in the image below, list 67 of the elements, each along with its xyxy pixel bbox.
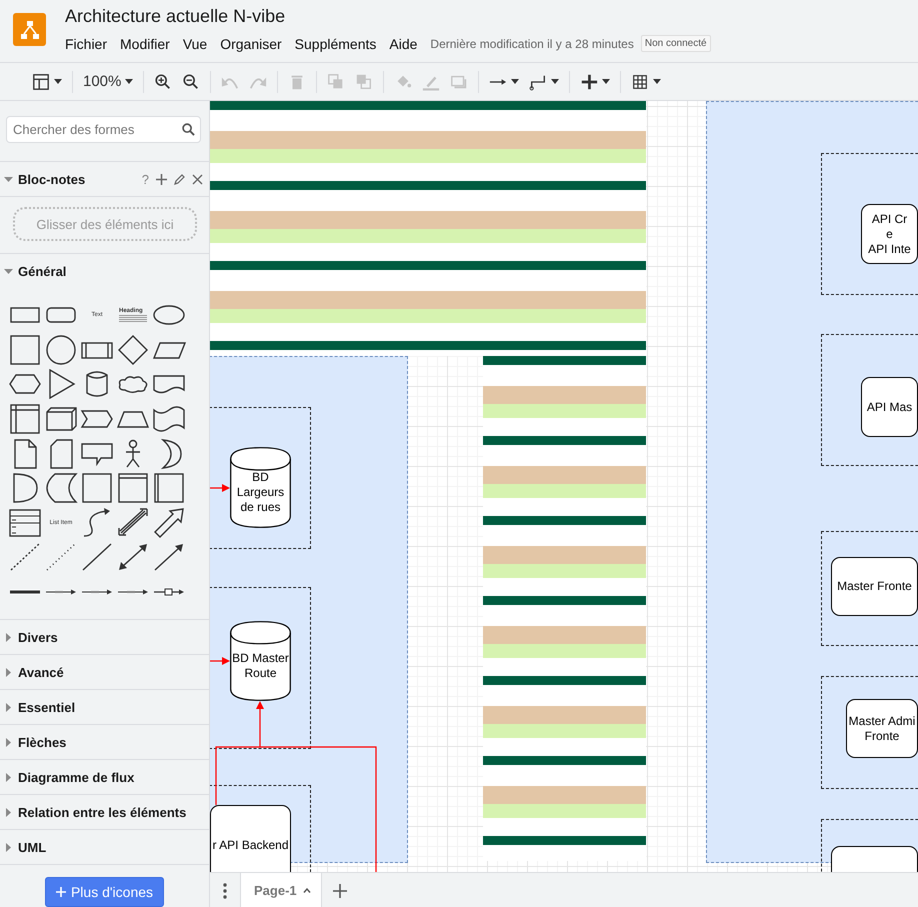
table-button[interactable] [631, 72, 662, 90]
menu-item[interactable]: Fichier [65, 36, 120, 52]
plus-icon [56, 887, 66, 898]
layout-icon[interactable] [32, 72, 50, 90]
document-title[interactable]: Architecture actuelle N-vibe [65, 6, 711, 27]
search-icon[interactable] [182, 123, 195, 136]
section-header[interactable]: Flèches [0, 725, 209, 760]
caret-icon[interactable] [602, 79, 610, 84]
collapse-triangle-icon[interactable] [4, 174, 13, 184]
caret-icon[interactable] [302, 888, 311, 893]
connector-arrow [210, 657, 230, 665]
expand-triangle-icon[interactable] [4, 808, 13, 817]
tape-icon[interactable] [151, 404, 187, 434]
service-node: API Mas [861, 377, 918, 437]
section-header[interactable]: Divers [0, 620, 209, 654]
table-icon[interactable] [631, 72, 650, 90]
expand-triangle-icon[interactable] [4, 632, 13, 642]
menu-item[interactable]: Vue [182, 36, 220, 52]
menu-item[interactable]: Suppléments [294, 36, 390, 52]
section-header[interactable]: Avancé [0, 655, 209, 690]
service-node: API Cr e API Inte [861, 204, 918, 264]
list-icon[interactable] [7, 508, 43, 538]
plus-icon [332, 884, 347, 898]
close-icon[interactable] [192, 174, 203, 184]
caret-icon[interactable] [125, 79, 134, 84]
expand-triangle-icon[interactable] [4, 668, 13, 677]
expand-triangle-icon[interactable] [4, 738, 13, 747]
page-tab[interactable]: Page-1 [240, 873, 322, 907]
last-modified-text[interactable]: Dernière modification il y a 28 minutes [430, 36, 634, 50]
database-node: BD Master Route [230, 621, 291, 701]
connection-status-badge[interactable]: Non connecté [640, 35, 711, 52]
section-header[interactable]: Relation entre les éléments [0, 795, 209, 830]
connector-arrow [210, 484, 230, 492]
caret-icon[interactable] [653, 79, 662, 84]
more-shapes-button[interactable]: Plus d'icones [44, 877, 164, 907]
service-node: Master Fronte [831, 557, 918, 616]
zoom-dropdown[interactable]: 100% [83, 73, 134, 90]
elbow-connector-button[interactable] [529, 72, 560, 90]
expand-triangle-icon[interactable] [4, 772, 13, 782]
plus-button[interactable] [580, 72, 610, 90]
app-logo-icon[interactable] [13, 13, 46, 46]
section-title[interactable]: Bloc-notes [18, 172, 86, 186]
expand-triangle-icon[interactable] [4, 842, 13, 852]
caret-icon[interactable] [54, 79, 62, 84]
shape-search-field[interactable]: Chercher des formes [6, 116, 201, 143]
add-icon[interactable] [156, 174, 167, 184]
menu-item[interactable]: Modifier [120, 36, 183, 52]
edit-icon[interactable] [174, 174, 185, 184]
database-node: BD Largeurs de rues [230, 447, 291, 528]
service-node: r API Backend [210, 805, 291, 872]
more-options-icon[interactable] [223, 882, 227, 898]
section-header[interactable]: UML [0, 830, 209, 864]
expand-triangle-icon[interactable] [4, 702, 13, 712]
section-header[interactable]: Essentiel [0, 690, 209, 724]
zoom-in-button[interactable] [154, 72, 172, 90]
service-node: Master Admi Fronte [846, 699, 918, 758]
layout-button[interactable] [32, 72, 62, 90]
caret-icon[interactable] [511, 79, 520, 84]
collapse-triangle-icon[interactable] [4, 266, 13, 276]
menu-item[interactable]: Aide [389, 36, 430, 52]
section-header[interactable]: Général [0, 254, 209, 288]
menu-item[interactable]: Organiser [220, 36, 295, 52]
caret-icon[interactable] [551, 79, 560, 84]
section-header[interactable]: Diagramme de flux [0, 760, 209, 794]
plus-icon[interactable] [580, 72, 598, 90]
zoom-out-button[interactable] [182, 72, 200, 90]
elbow-connector-icon[interactable] [529, 72, 548, 90]
